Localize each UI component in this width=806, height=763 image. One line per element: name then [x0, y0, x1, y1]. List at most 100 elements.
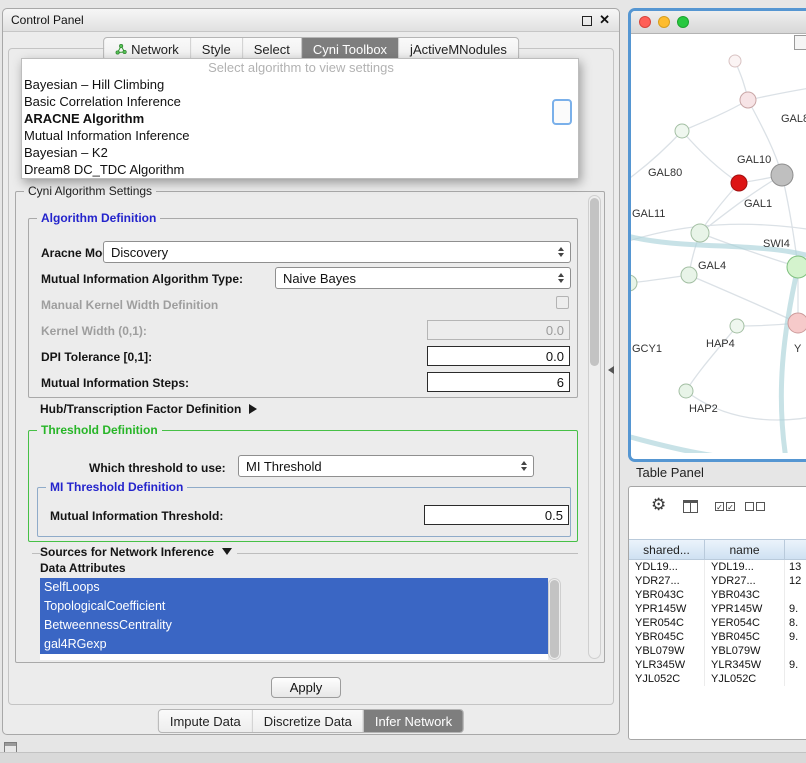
table-cell: 9. — [785, 630, 806, 644]
algorithm-option-bayesian-hill-climbing[interactable]: Bayesian – Hill Climbing — [22, 76, 578, 93]
attribute-topologicalcoefficient[interactable]: TopologicalCoefficient — [40, 597, 548, 616]
node-label: SWI4 — [763, 238, 790, 250]
network-node[interactable] — [681, 267, 697, 283]
select-all-columns-button[interactable]: ✓✓ — [715, 502, 735, 511]
settings-scrollbar[interactable] — [588, 195, 601, 659]
network-node[interactable] — [740, 92, 756, 108]
kernel-width-field[interactable]: 0.0 — [427, 320, 570, 340]
network-node[interactable] — [730, 319, 744, 333]
table-row[interactable]: YBR045CYBR045C9. — [629, 630, 806, 644]
close-traffic-light[interactable] — [639, 16, 651, 28]
network-node[interactable] — [788, 313, 806, 333]
network-node[interactable] — [679, 384, 693, 398]
table-row[interactable]: YDL19...YDL19...13 — [629, 560, 806, 574]
attribute-betweennesscentrality[interactable]: BetweennessCentrality — [40, 616, 548, 635]
table-row[interactable]: YER054CYER054C8. — [629, 616, 806, 630]
tab-discretize-data[interactable]: Discretize Data — [252, 710, 363, 732]
columns-icon[interactable] — [683, 500, 698, 513]
network-node[interactable] — [675, 124, 689, 138]
hub-section-toggle[interactable]: Hub/Transcription Factor Definition — [40, 400, 257, 418]
algorithm-option-bayesian-k2[interactable]: Bayesian – K2 — [22, 144, 578, 161]
tab-label: Cyni Toolbox — [313, 42, 387, 57]
sources-section-toggle[interactable]: Sources for Network Inference — [40, 545, 237, 559]
algorithm-option-basic-correlation-inference[interactable]: Basic Correlation Inference — [22, 93, 578, 110]
network-node[interactable] — [787, 256, 806, 278]
network-node[interactable] — [731, 175, 747, 191]
table-cell: YBL079W — [629, 644, 705, 658]
collapse-down-icon — [222, 548, 232, 555]
network-node[interactable] — [631, 275, 637, 291]
algorithm-dropdown-list: Select algorithm to view settingsBayesia… — [21, 58, 579, 179]
attributes-scrollbar[interactable] — [548, 578, 561, 660]
apply-button[interactable]: Apply — [271, 677, 341, 698]
mi-steps-field[interactable]: 6 — [427, 372, 570, 392]
table-row[interactable]: YLR345WYLR345W9. — [629, 658, 806, 672]
network-icon — [115, 43, 127, 55]
table-cell: YBR045C — [705, 630, 785, 644]
table-row[interactable]: YBR043CYBR043C — [629, 588, 806, 602]
table-cell — [785, 672, 806, 686]
network-window-titlebar — [631, 11, 806, 34]
tab-jactivemnodules[interactable]: jActiveMNodules — [398, 38, 518, 60]
table-cell: YBR043C — [705, 588, 785, 602]
tab-network[interactable]: Network — [104, 38, 190, 60]
table-cell: 12 — [785, 574, 806, 588]
node-label: GAL11 — [632, 208, 665, 220]
mi-type-value: Naive Bayes — [283, 271, 356, 286]
column-header-name[interactable]: name — [705, 540, 785, 559]
table-cell: YER054C — [705, 616, 785, 630]
panel-collapse-icon[interactable] — [608, 366, 614, 374]
tab-impute-data[interactable]: Impute Data — [159, 710, 252, 732]
dropdown-placeholder: Select algorithm to view settings — [22, 59, 578, 76]
dpi-tolerance-label: DPI Tolerance [0,1]: — [41, 350, 152, 364]
table-row[interactable]: YPR145WYPR145W9. — [629, 602, 806, 616]
dpi-tolerance-field[interactable]: 0.0 — [427, 346, 570, 366]
column-header-col2[interactable] — [785, 540, 806, 559]
attribute-selfloops[interactable]: SelfLoops — [40, 578, 548, 597]
kernel-width-label: Kernel Width (0,1): — [41, 324, 147, 338]
deselect-all-columns-button[interactable] — [745, 502, 765, 511]
table-row[interactable]: YBL079WYBL079W — [629, 644, 806, 658]
scrollbar-thumb[interactable] — [550, 580, 559, 658]
table-cell: YJL052C — [629, 672, 705, 686]
settings-group-title: Cyni Algorithm Settings — [24, 184, 156, 198]
network-node[interactable] — [691, 224, 709, 242]
data-attributes-label: Data Attributes — [40, 561, 126, 575]
cyni-settings-group: Cyni Algorithm Settings Algorithm Defini… — [15, 191, 605, 663]
unchecked-box-icon — [745, 502, 754, 511]
network-canvas[interactable]: GAL80GAL10GAL11GAL1SWI4GAL4GCY1HAP4HAP2G… — [631, 33, 806, 453]
close-icon[interactable]: ✕ — [599, 12, 610, 28]
manual-kernel-checkbox[interactable] — [556, 296, 569, 309]
float-window-icon[interactable] — [582, 16, 592, 26]
algorithm-option-aracne-algorithm[interactable]: ARACNE Algorithm — [22, 110, 578, 127]
minimize-traffic-light[interactable] — [658, 16, 670, 28]
tab-infer-network[interactable]: Infer Network — [363, 710, 463, 732]
spinner-arrows-icon — [552, 273, 570, 283]
table-cell: YBR045C — [629, 630, 705, 644]
algorithm-option-dream8-dc-tdc-algorithm[interactable]: Dream8 DC_TDC Algorithm — [22, 161, 578, 178]
table-row[interactable]: YDR27...YDR27...12 — [629, 574, 806, 588]
gear-icon[interactable]: ⚙ — [651, 496, 666, 514]
table-cell: YLR345W — [705, 658, 785, 672]
algorithm-combo-button[interactable] — [552, 99, 572, 125]
aracne-mode-select[interactable]: Discovery — [103, 241, 571, 263]
network-node[interactable] — [729, 55, 741, 67]
algorithm-option-mutual-information-inference[interactable]: Mutual Information Inference — [22, 127, 578, 144]
control-panel-window: Control Panel ✕ NetworkStyleSelectCyni T… — [2, 8, 620, 735]
tab-style[interactable]: Style — [190, 38, 242, 60]
tab-select[interactable]: Select — [242, 38, 301, 60]
mi-type-select[interactable]: Naive Bayes — [275, 267, 571, 289]
table-row[interactable]: YJL052CYJL052C — [629, 672, 806, 686]
threshold-definition-title: Threshold Definition — [37, 423, 162, 437]
table-cell — [785, 588, 806, 602]
mi-threshold-field[interactable]: 0.5 — [424, 505, 569, 525]
attribute-gal4rgexp[interactable]: gal4RGexp — [40, 635, 548, 654]
table-cell: YDL19... — [629, 560, 705, 574]
which-threshold-select[interactable]: MI Threshold — [238, 455, 534, 477]
network-node[interactable] — [771, 164, 793, 186]
column-header-shared[interactable]: shared... — [629, 540, 705, 559]
scrollbar-thumb[interactable] — [590, 198, 599, 366]
table-cell: 8. — [785, 616, 806, 630]
tab-cyni-toolbox[interactable]: Cyni Toolbox — [301, 38, 398, 60]
zoom-traffic-light[interactable] — [677, 16, 689, 28]
